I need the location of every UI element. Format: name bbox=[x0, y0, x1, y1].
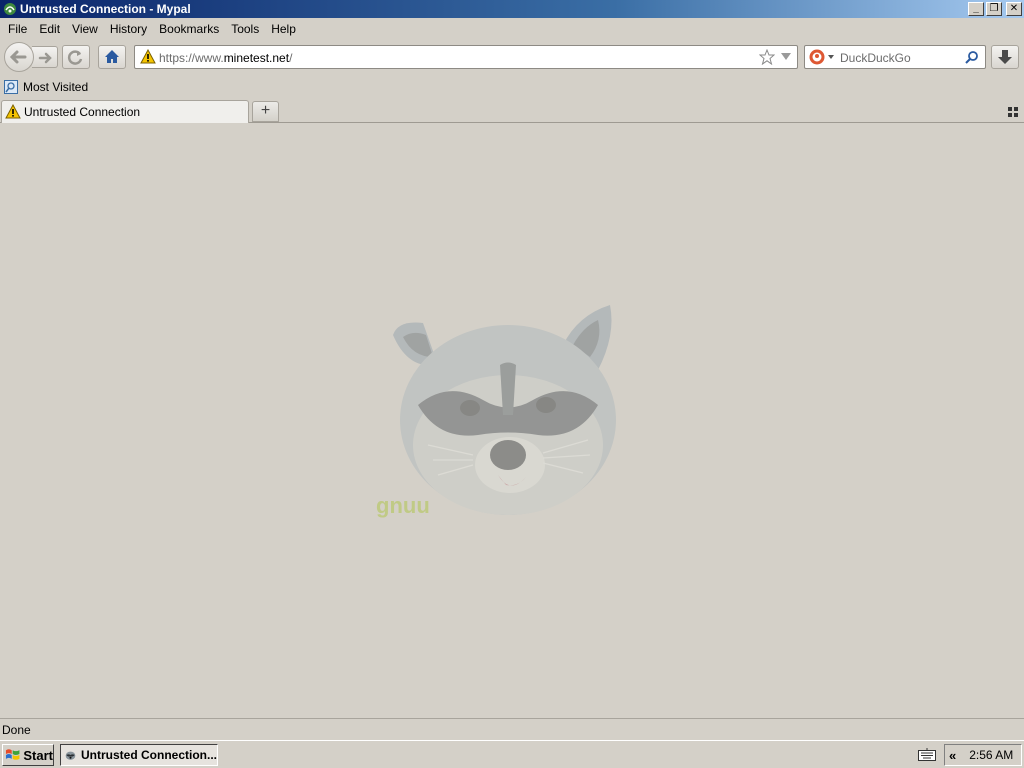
search-bar[interactable]: DuckDuckGo bbox=[804, 45, 986, 69]
warning-icon bbox=[5, 104, 21, 119]
status-bar: Done bbox=[0, 718, 1024, 740]
close-button[interactable]: ✕ bbox=[1006, 2, 1022, 16]
tab-strip: Untrusted Connection + bbox=[0, 99, 1024, 123]
start-button[interactable]: Start bbox=[2, 744, 54, 766]
back-arrow-icon bbox=[9, 50, 27, 64]
menu-help[interactable]: Help bbox=[265, 22, 302, 36]
menu-bookmarks[interactable]: Bookmarks bbox=[153, 22, 225, 36]
tab-untrusted-connection[interactable]: Untrusted Connection bbox=[1, 100, 249, 123]
search-placeholder: DuckDuckGo bbox=[840, 51, 911, 65]
taskbar-window-label: Untrusted Connection... bbox=[81, 748, 217, 762]
system-tray: « 2:56 AM bbox=[944, 744, 1022, 766]
reload-icon bbox=[67, 50, 83, 65]
reload-button[interactable] bbox=[62, 45, 90, 69]
tray-expand-chevron[interactable]: « bbox=[949, 748, 956, 763]
menu-history[interactable]: History bbox=[104, 22, 153, 36]
menu-view[interactable]: View bbox=[66, 22, 104, 36]
menu-file[interactable]: File bbox=[2, 22, 33, 36]
page-content: gnuu bbox=[0, 123, 1024, 718]
bookmarks-toolbar: Most Visited bbox=[0, 76, 1024, 98]
taskbar: Start Untrusted Connection... « 2:56 AM bbox=[0, 740, 1024, 768]
window-title: Untrusted Connection - Mypal bbox=[20, 2, 191, 16]
downloads-button[interactable] bbox=[991, 45, 1019, 69]
download-arrow-icon bbox=[998, 50, 1012, 64]
watermark-text: gnuu bbox=[376, 493, 430, 518]
tab-label: Untrusted Connection bbox=[24, 105, 141, 119]
raccoon-watermark-image bbox=[393, 305, 616, 515]
bookmark-most-visited[interactable]: Most Visited bbox=[4, 80, 88, 94]
search-icon[interactable] bbox=[965, 50, 979, 64]
new-tab-button[interactable]: + bbox=[252, 101, 279, 122]
warning-icon bbox=[140, 49, 156, 64]
raccoon-app-icon bbox=[65, 751, 76, 760]
home-icon bbox=[105, 50, 119, 63]
forward-button[interactable] bbox=[32, 46, 58, 68]
status-text: Done bbox=[2, 723, 31, 737]
navigation-toolbar: https://www.minetest.net/ DuckDuckGo bbox=[0, 40, 1024, 74]
url-text: https://www.minetest.net/ bbox=[159, 51, 293, 65]
menubar: File Edit View History Bookmarks Tools H… bbox=[0, 18, 1024, 40]
menu-edit[interactable]: Edit bbox=[33, 22, 66, 36]
keyboard-icon[interactable] bbox=[918, 748, 936, 762]
minimize-button[interactable]: _ bbox=[968, 2, 984, 16]
bookmark-star-icon[interactable] bbox=[759, 49, 775, 65]
clock[interactable]: 2:56 AM bbox=[969, 748, 1013, 762]
back-button[interactable] bbox=[4, 42, 34, 72]
url-dropdown-icon[interactable] bbox=[781, 53, 791, 61]
home-button[interactable] bbox=[98, 45, 126, 69]
back-forward-group bbox=[4, 42, 58, 72]
mypal-app-icon bbox=[4, 3, 16, 15]
windows-logo-icon bbox=[5, 749, 20, 760]
forward-arrow-icon bbox=[38, 52, 52, 64]
duckduckgo-icon[interactable] bbox=[809, 49, 825, 65]
url-bar[interactable]: https://www.minetest.net/ bbox=[134, 45, 798, 69]
restore-button[interactable]: ❐ bbox=[986, 2, 1002, 16]
taskbar-window-button[interactable]: Untrusted Connection... bbox=[60, 744, 218, 766]
start-label: Start bbox=[23, 747, 53, 763]
window-titlebar[interactable]: Untrusted Connection - Mypal _ ❐ ✕ bbox=[0, 0, 1024, 18]
most-visited-icon bbox=[4, 80, 18, 94]
menu-tools[interactable]: Tools bbox=[225, 22, 265, 36]
search-engine-dropdown-icon[interactable] bbox=[828, 55, 834, 59]
list-all-tabs-icon[interactable] bbox=[1008, 107, 1018, 117]
bookmark-label: Most Visited bbox=[23, 80, 89, 94]
